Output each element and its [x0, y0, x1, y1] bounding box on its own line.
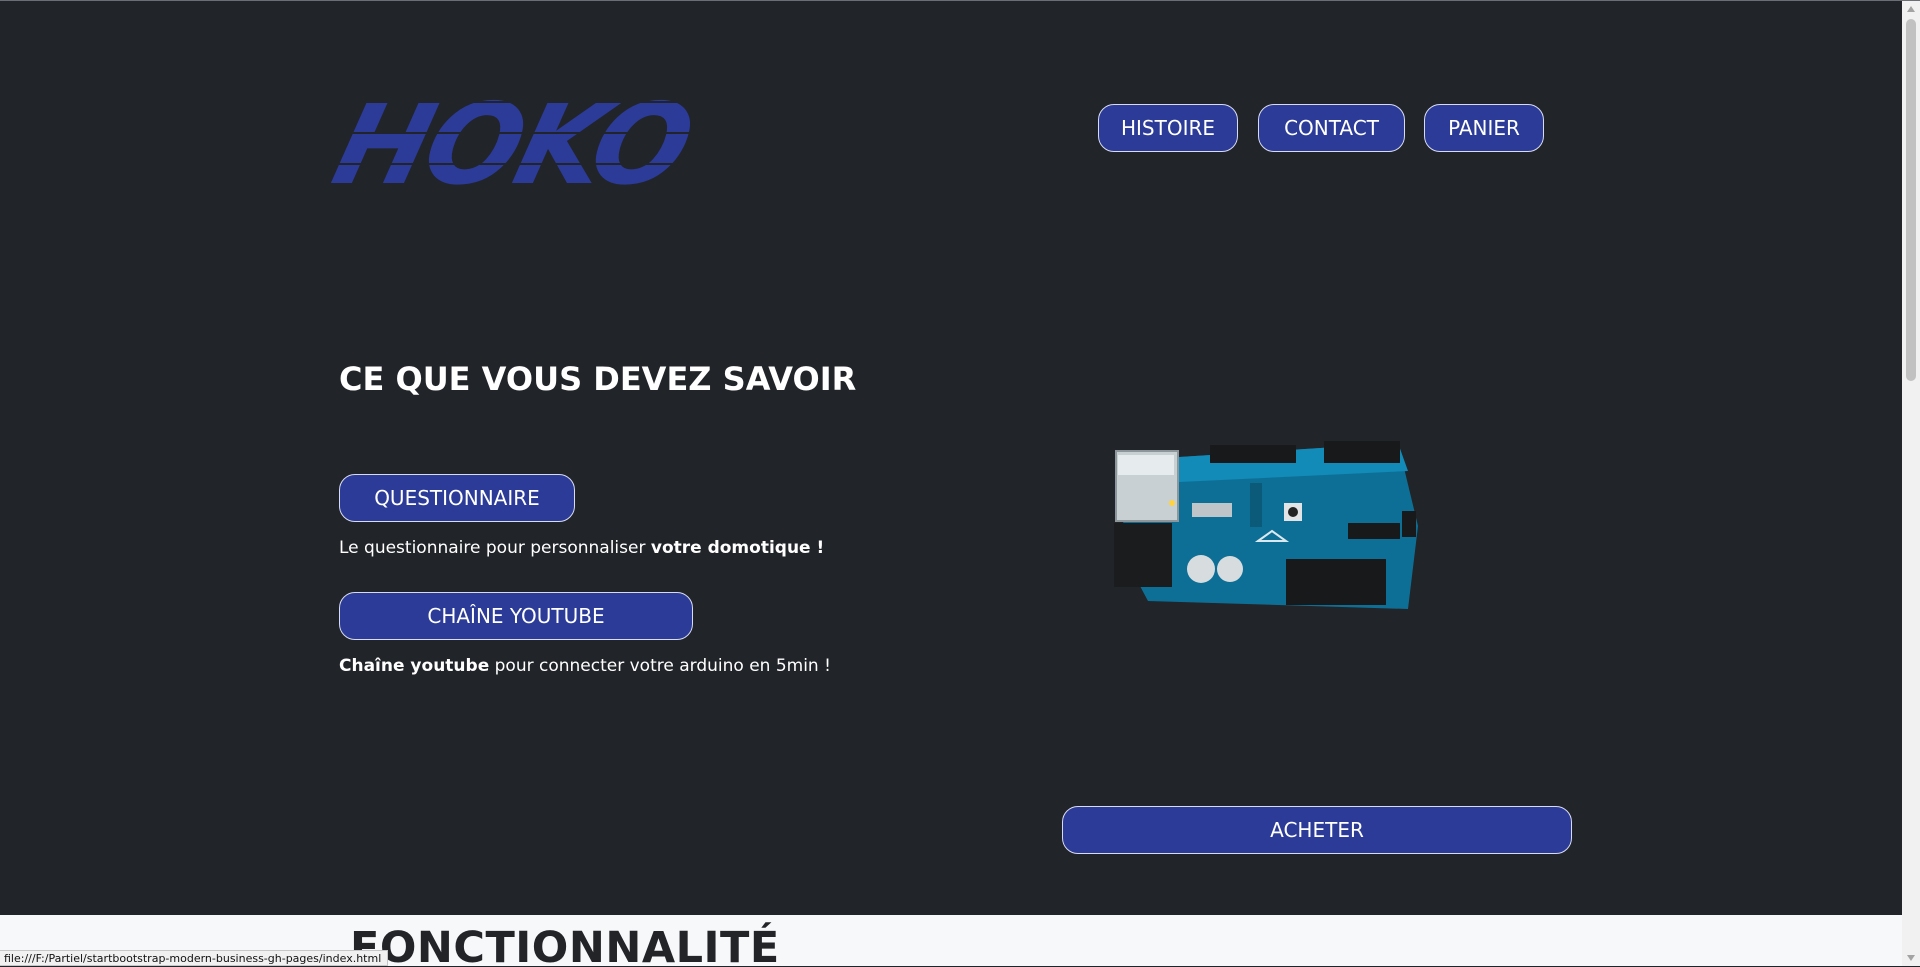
arduino-board-image	[1114, 441, 1418, 609]
questionnaire-button[interactable]: QUESTIONNAIRE	[339, 474, 575, 522]
nav-contact-button[interactable]: CONTACT	[1258, 104, 1405, 152]
nav-panier-button[interactable]: PANIER	[1424, 104, 1544, 152]
logo-text: HOKO	[321, 80, 702, 210]
page-scrollbar[interactable]	[1902, 1, 1920, 966]
youtube-channel-button[interactable]: CHAÎNE YOUTUBE	[339, 592, 693, 640]
questionnaire-desc-bold: votre domotique !	[650, 538, 825, 558]
status-bar-url: file:///F:/Partiel/startbootstrap-modern…	[0, 950, 389, 966]
youtube-desc-text: pour connecter votre arduino en 5min !	[489, 656, 831, 676]
nav-histoire-button[interactable]: HISTOIRE	[1098, 104, 1238, 152]
scroll-down-icon[interactable]	[1902, 950, 1920, 966]
youtube-desc-bold: Chaîne youtube	[339, 656, 490, 676]
hoko-logo[interactable]: HOKO	[322, 80, 702, 210]
features-title: FONCTIONNALITÉ	[350, 923, 780, 966]
page-title: CE QUE VOUS DEVEZ SAVOIR	[339, 360, 857, 398]
buy-button[interactable]: ACHETER	[1062, 806, 1572, 854]
youtube-description: Chaîne youtube pour connecter votre ardu…	[339, 656, 831, 676]
questionnaire-desc-text: Le questionnaire pour personnaliser	[339, 538, 651, 558]
questionnaire-description: Le questionnaire pour personnaliser votr…	[339, 538, 824, 558]
hero-section: HOKO HISTOIRE CONTACT PANIER CE QUE VOUS…	[0, 1, 1902, 915]
scroll-up-icon[interactable]	[1902, 1, 1920, 17]
scrollbar-thumb[interactable]	[1906, 19, 1916, 381]
